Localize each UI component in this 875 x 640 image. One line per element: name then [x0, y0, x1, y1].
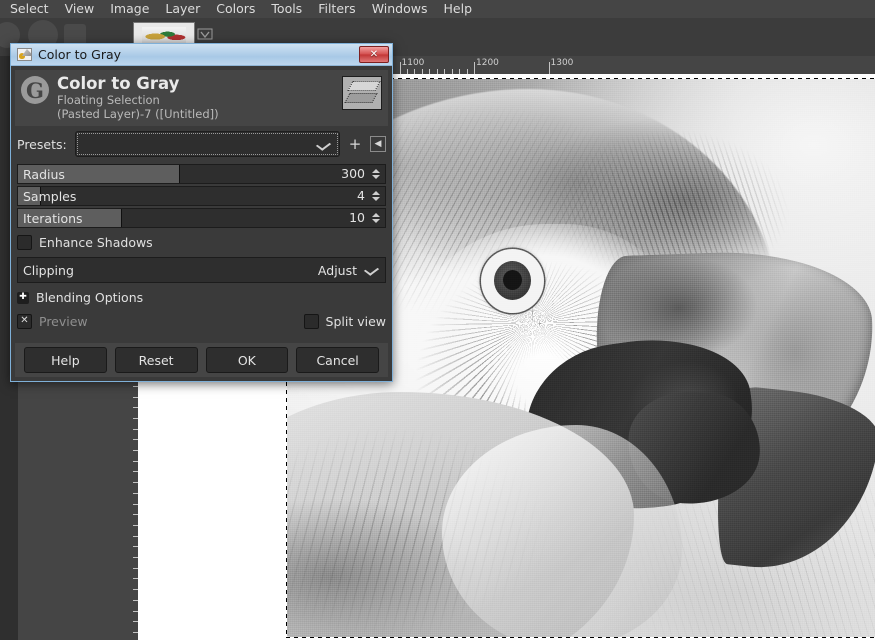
layers-icon-sheet-bottom [344, 93, 377, 103]
presets-select[interactable] [75, 131, 340, 157]
menu-item-layer[interactable]: Layer [157, 0, 208, 18]
dialog-title: Color to Gray [38, 47, 359, 62]
thumbnail-dropdown-icon[interactable] [196, 26, 214, 42]
ruler-label: 1200 [476, 59, 499, 68]
dialog-header: G Color to Gray Floating Selection (Past… [15, 70, 388, 126]
menu-item-help[interactable]: Help [436, 0, 481, 18]
preview-checkbox[interactable]: ✕ [17, 314, 32, 329]
slider-iterations-label: Iterations [18, 211, 83, 226]
slider-radius-label: Radius [18, 167, 65, 182]
dialog-body: G Color to Gray Floating Selection (Past… [11, 66, 392, 381]
slider-radius-value[interactable]: 300 [341, 165, 365, 183]
blending-options-label: Blending Options [36, 290, 143, 305]
dialog-app-icon [17, 48, 32, 61]
color-to-gray-dialog: Color to Gray ✕ G Color to Gray Floating… [10, 43, 393, 382]
enhance-shadows-checkbox[interactable] [17, 235, 32, 250]
dialog-button-bar: Help Reset OK Cancel [15, 343, 388, 377]
split-view-label: Split view [326, 314, 386, 329]
chevron-down-icon [364, 264, 379, 276]
image-thumbnail [142, 27, 186, 43]
help-button[interactable]: Help [24, 347, 107, 373]
preview-label: Preview [39, 314, 304, 329]
cancel-button[interactable]: Cancel [296, 347, 379, 373]
dialog-header-text: Color to Gray Floating Selection (Pasted… [57, 74, 342, 121]
menu-item-image[interactable]: Image [102, 0, 157, 18]
menu-item-windows[interactable]: Windows [364, 0, 436, 18]
slider-samples[interactable]: Samples 4 [17, 186, 386, 206]
preview-row: ✕ Preview Split view [17, 312, 386, 330]
layers-icon[interactable] [342, 76, 382, 110]
presets-menu-button[interactable]: ◀ [370, 136, 386, 152]
menu-item-view[interactable]: View [57, 0, 103, 18]
ok-button[interactable]: OK [206, 347, 289, 373]
clipping-value: Adjust [318, 263, 357, 278]
chevron-down-icon [316, 139, 331, 151]
slider-iterations[interactable]: Iterations 10 [17, 208, 386, 228]
slider-radius[interactable]: Radius 300 [17, 164, 386, 184]
close-icon[interactable]: ✕ [359, 46, 389, 63]
operation-subtitle-source: (Pasted Layer)-7 ([Untitled]) [57, 107, 342, 121]
dialog-titlebar[interactable]: Color to Gray ✕ [11, 44, 392, 66]
reset-button[interactable]: Reset [115, 347, 198, 373]
menubar: Select View Image Layer Colors Tools Fil… [0, 0, 875, 18]
slider-iterations-value[interactable]: 10 [349, 209, 365, 227]
clipping-select[interactable]: Clipping Adjust [17, 257, 386, 283]
enhance-shadows-label: Enhance Shadows [39, 235, 153, 250]
add-preset-button[interactable]: + [346, 134, 364, 154]
operation-title: Color to Gray [57, 74, 342, 93]
split-view-checkbox[interactable] [304, 314, 319, 329]
ruler-major-tick [549, 62, 550, 74]
gimp-logo-icon: G [21, 76, 49, 104]
slider-samples-value[interactable]: 4 [357, 187, 365, 205]
ruler-label: 1100 [402, 59, 425, 68]
presets-label: Presets: [17, 137, 67, 152]
slider-samples-label: Samples [18, 189, 76, 204]
enhance-shadows-row[interactable]: Enhance Shadows [17, 233, 386, 251]
expand-plus-icon: ✚ [17, 292, 29, 304]
ruler-label: 1300 [551, 59, 574, 68]
menu-item-filters[interactable]: Filters [310, 0, 363, 18]
ruler-major-tick [474, 62, 475, 74]
layers-icon-sheet-top [347, 81, 380, 91]
operation-subtitle-layer: Floating Selection [57, 93, 342, 107]
menu-item-colors[interactable]: Colors [208, 0, 263, 18]
slider-iterations-stepper[interactable] [369, 209, 382, 227]
slider-samples-stepper[interactable] [369, 187, 382, 205]
slider-radius-stepper[interactable] [369, 165, 382, 183]
clipping-label: Clipping [23, 263, 318, 278]
parameter-sliders: Radius 300 Samples 4 Iterations 10 [17, 164, 386, 228]
menu-item-tools[interactable]: Tools [263, 0, 310, 18]
blending-options-expander[interactable]: ✚ Blending Options [17, 290, 386, 305]
ruler-major-tick [400, 62, 401, 74]
menu-item-select[interactable]: Select [2, 0, 57, 18]
presets-row: Presets: + ◀ [17, 130, 386, 158]
